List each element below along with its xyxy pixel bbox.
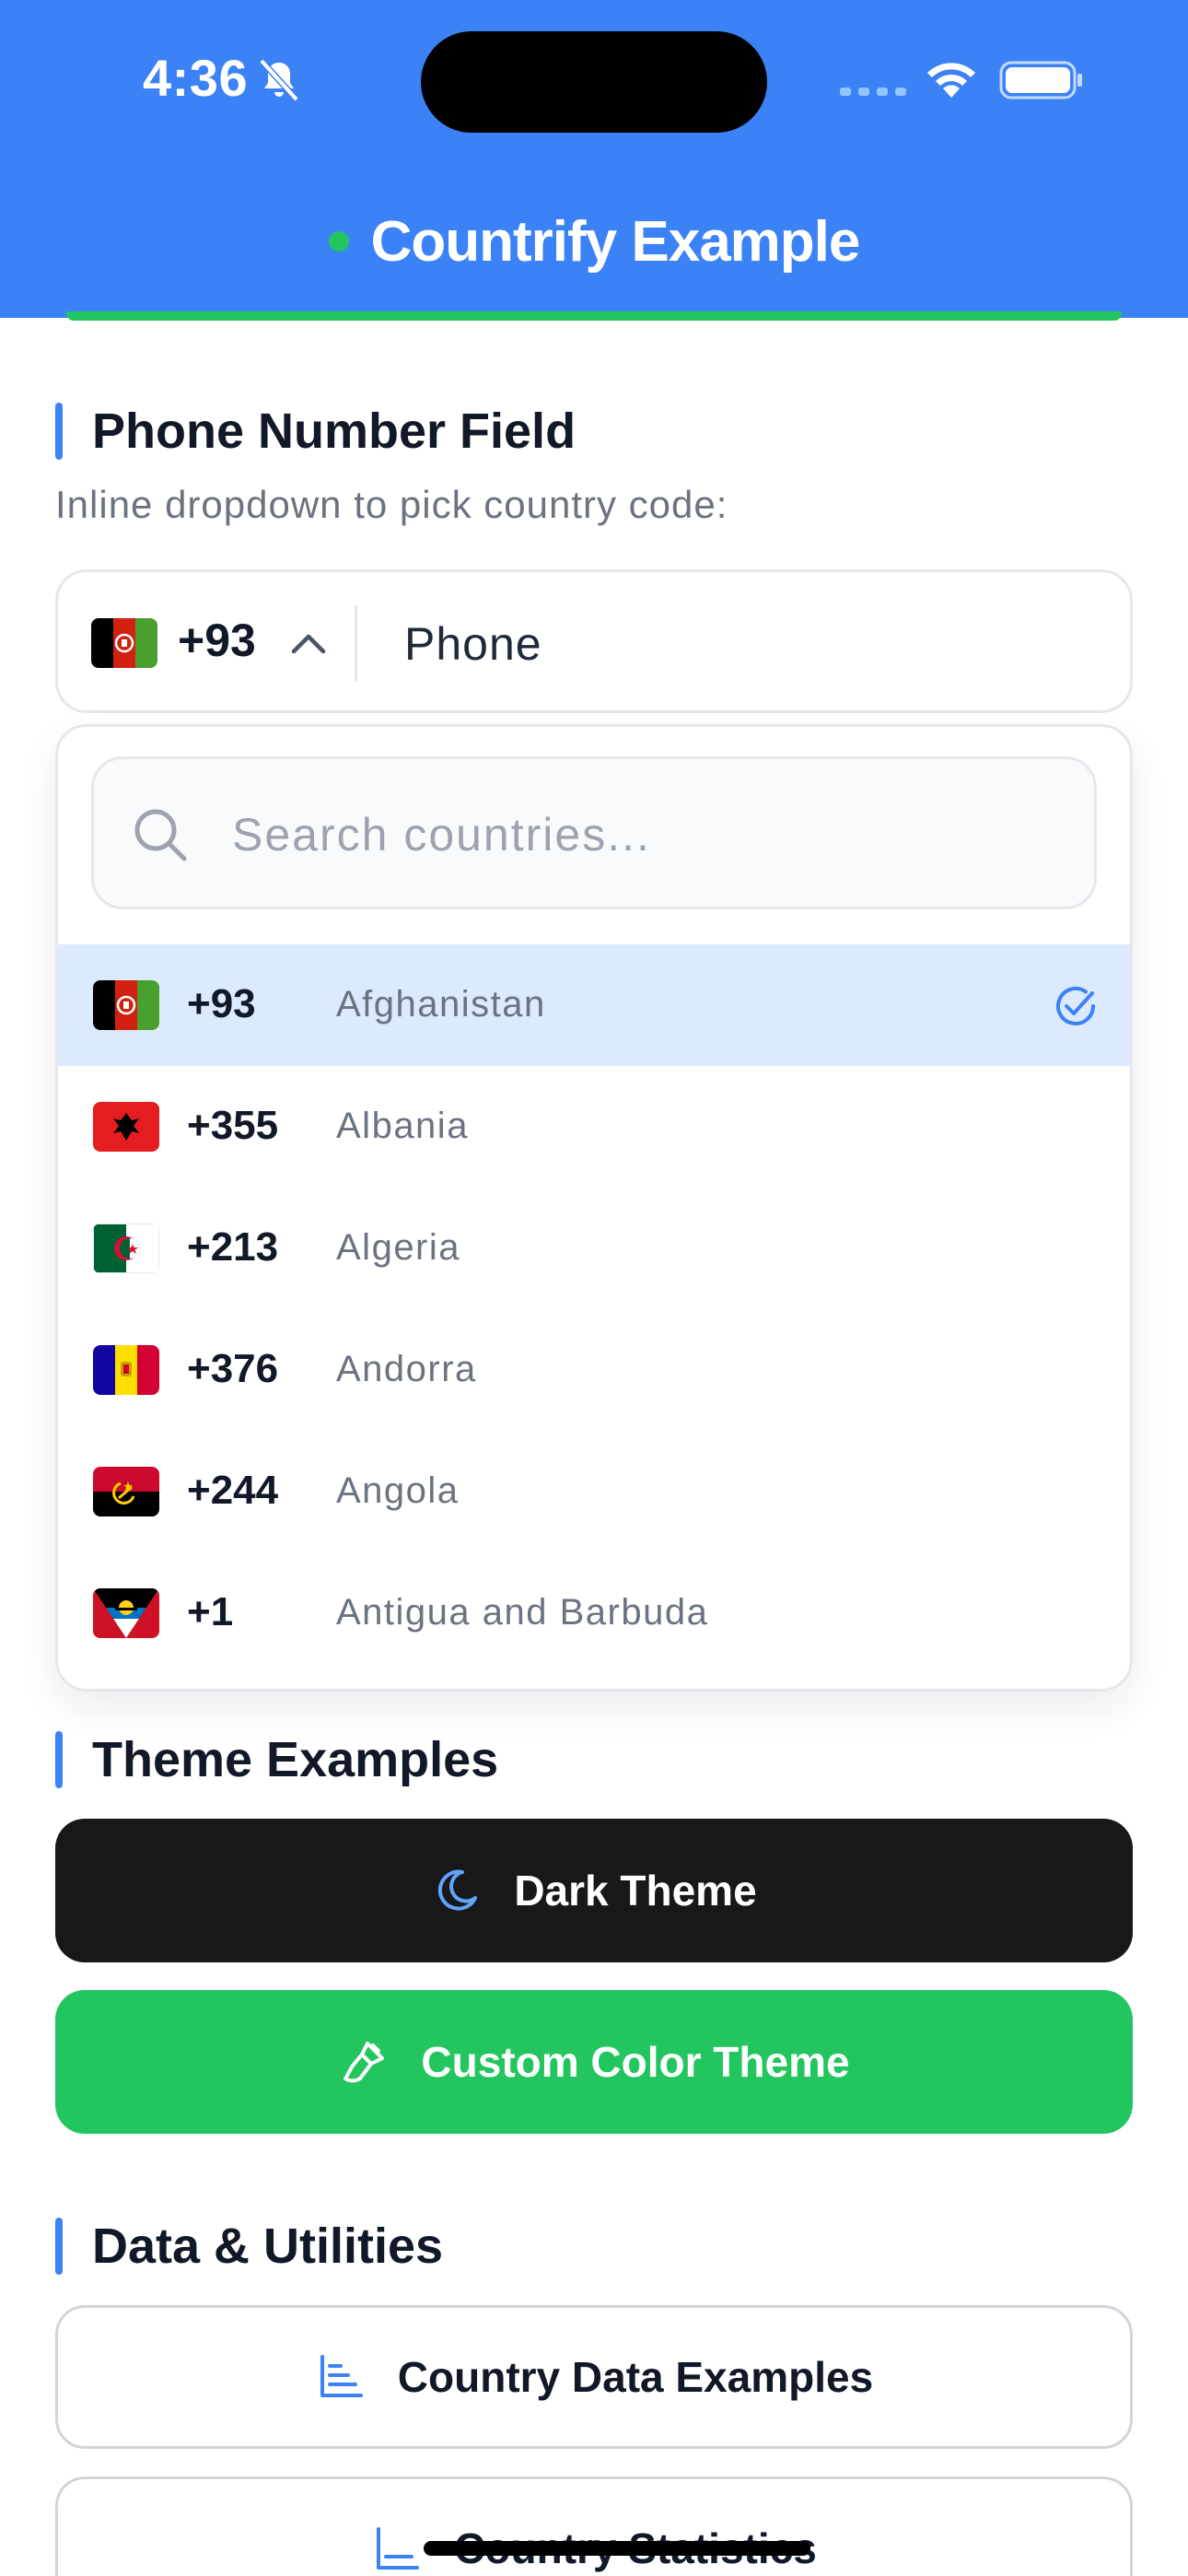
check-circle-icon bbox=[1056, 987, 1095, 1025]
flag-albania-icon bbox=[93, 1102, 159, 1152]
country-item-albania[interactable]: +355 Albania bbox=[58, 1066, 1130, 1188]
field-divider bbox=[355, 605, 357, 681]
section-accent-bar bbox=[55, 1731, 63, 1788]
custom-color-theme-button[interactable]: Custom Color Theme bbox=[55, 1990, 1133, 2134]
flag-afghanistan-icon bbox=[91, 618, 157, 668]
country-name: Albania bbox=[336, 1106, 469, 1146]
country-item-afghanistan[interactable]: +93 Afghanistan bbox=[58, 944, 1130, 1066]
flag-algeria-icon bbox=[93, 1224, 159, 1273]
country-code: +93 bbox=[187, 981, 256, 1026]
signal-icon bbox=[840, 88, 906, 96]
country-code: +213 bbox=[187, 1224, 279, 1270]
country-name: Afghanistan bbox=[336, 984, 546, 1025]
header-accent-strip bbox=[66, 311, 1122, 321]
status-time: 4:36 bbox=[143, 49, 249, 107]
country-name: Algeria bbox=[336, 1227, 461, 1268]
flag-andorra-icon bbox=[93, 1345, 159, 1395]
country-code: +376 bbox=[187, 1346, 279, 1391]
country-item-angola[interactable]: +244 Angola bbox=[58, 1431, 1130, 1552]
flag-afghanistan-icon bbox=[93, 980, 159, 1030]
chevron-up-icon[interactable] bbox=[288, 624, 329, 661]
page-title: Countrify Example bbox=[370, 209, 861, 274]
country-picker-flag[interactable] bbox=[91, 618, 157, 668]
country-data-examples-button[interactable]: Country Data Examples bbox=[55, 2305, 1133, 2449]
section-accent-bar bbox=[55, 2218, 63, 2275]
section-accent-bar bbox=[55, 403, 63, 460]
phone-description: Inline dropdown to pick country code: bbox=[55, 483, 728, 526]
dark-theme-label: Dark Theme bbox=[514, 1867, 757, 1914]
section-title: Phone Number Field bbox=[92, 404, 577, 459]
country-dropdown: +93 Afghanistan +355 Albania bbox=[55, 724, 1133, 1692]
custom-color-theme-label: Custom Color Theme bbox=[421, 2038, 850, 2086]
wifi-icon bbox=[927, 63, 975, 98]
chart-icon bbox=[377, 2527, 420, 2570]
country-item-antigua-and-barbuda[interactable]: +1 Antigua and Barbuda bbox=[58, 1552, 1130, 1674]
app-header: 4:36 Countrify Example bbox=[0, 0, 1188, 318]
country-search-input[interactable] bbox=[232, 800, 1061, 870]
country-list: +93 Afghanistan +355 Albania +213 Algeri… bbox=[58, 944, 1130, 1674]
bell-muted-icon bbox=[259, 58, 299, 102]
brush-icon bbox=[344, 2042, 385, 2083]
country-item-andorra[interactable]: +376 Andorra bbox=[58, 1309, 1130, 1431]
search-icon bbox=[134, 809, 187, 861]
country-statistics-button[interactable]: Country Statistics bbox=[55, 2476, 1133, 2576]
moon-icon bbox=[438, 1869, 478, 1911]
flag-antigua-icon bbox=[93, 1588, 159, 1638]
country-name: Andorra bbox=[336, 1349, 477, 1389]
section-title: Data & Utilities bbox=[92, 2219, 444, 2274]
section-title: Theme Examples bbox=[92, 1732, 499, 1787]
country-code: +355 bbox=[187, 1103, 279, 1148]
country-code: +1 bbox=[187, 1589, 234, 1634]
chart-icon bbox=[320, 2355, 363, 2397]
country-name: Angola bbox=[336, 1470, 460, 1511]
selected-country-code[interactable]: +93 bbox=[178, 614, 256, 667]
header-title-row: Countrify Example bbox=[0, 205, 1188, 278]
section-theme-header: Theme Examples bbox=[55, 1730, 498, 1789]
country-item-algeria[interactable]: +213 Algeria bbox=[58, 1188, 1130, 1309]
section-data-header: Data & Utilities bbox=[55, 2217, 443, 2276]
dark-theme-button[interactable]: Dark Theme bbox=[55, 1819, 1133, 1962]
country-search-box[interactable] bbox=[91, 756, 1097, 909]
country-name: Antigua and Barbuda bbox=[336, 1592, 709, 1633]
status-dot bbox=[328, 231, 349, 252]
battery-icon bbox=[999, 61, 1082, 100]
country-code: +244 bbox=[187, 1468, 279, 1513]
phone-input[interactable] bbox=[404, 609, 1086, 679]
phone-number-field: +93 bbox=[55, 569, 1133, 713]
dynamic-island bbox=[421, 31, 767, 133]
status-bar: 4:36 bbox=[0, 0, 1188, 157]
home-indicator bbox=[424, 2541, 810, 2556]
flag-angola-icon bbox=[93, 1467, 159, 1516]
country-data-examples-label: Country Data Examples bbox=[397, 2353, 874, 2401]
section-phone-header: Phone Number Field bbox=[55, 402, 576, 461]
